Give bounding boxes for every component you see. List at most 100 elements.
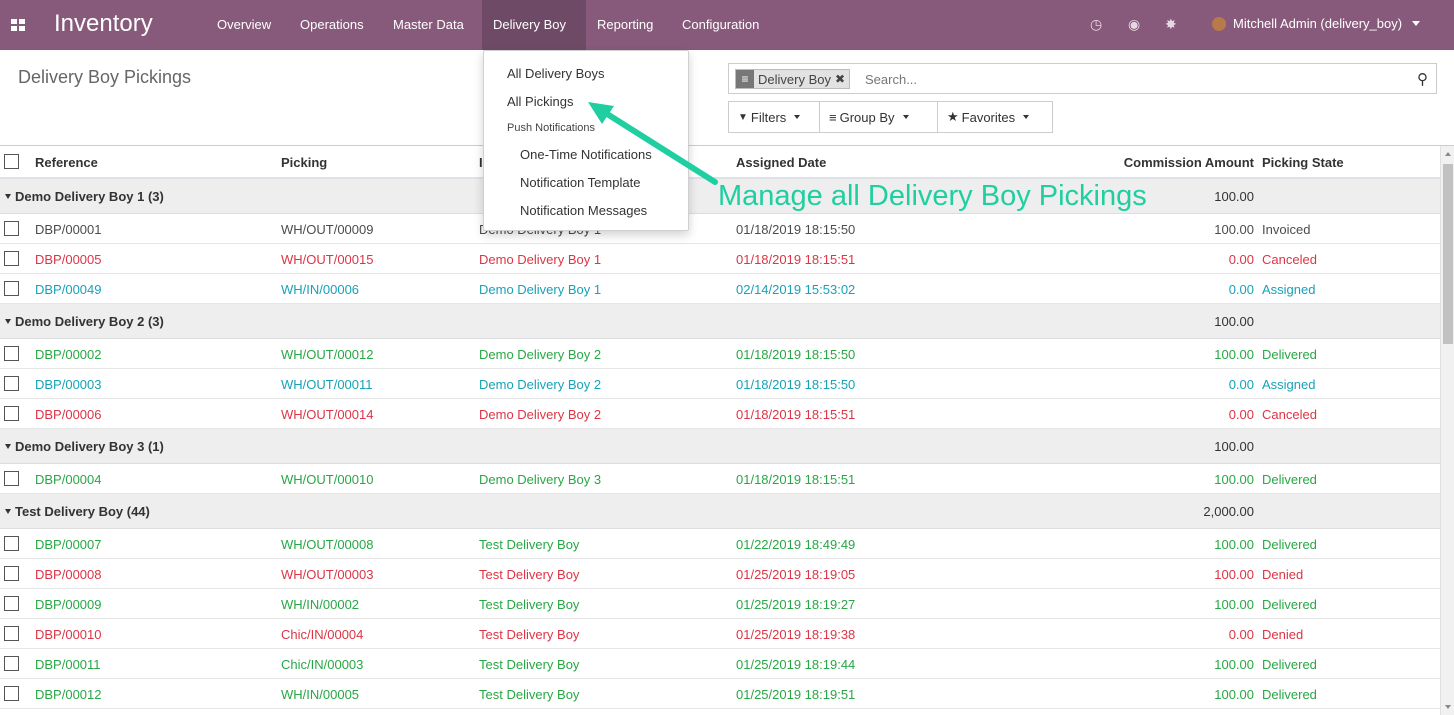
cell-picking-state: Canceled — [1262, 407, 1317, 422]
scrollbar-thumb[interactable] — [1443, 164, 1453, 344]
favorites-button[interactable]: ★ Favorites — [937, 101, 1053, 133]
cell-picking: Chic/IN/00003 — [281, 657, 364, 672]
cell-reference: DBP/00002 — [35, 347, 102, 362]
table-row[interactable]: DBP/00003 WH/OUT/00011 Demo Delivery Boy 2… — [0, 369, 1440, 399]
row-checkbox[interactable] — [4, 536, 19, 551]
clock-icon[interactable]: ◷ — [1090, 16, 1102, 33]
dropdown-item-all-pickings[interactable]: All Pickings — [507, 94, 573, 109]
table-row[interactable]: DBP/00002 WH/OUT/00012 Demo Delivery Boy 2… — [0, 339, 1440, 369]
row-checkbox[interactable] — [4, 221, 19, 236]
dropdown-item-all-delivery-boys[interactable]: All Delivery Boys — [507, 66, 605, 81]
group-by-button[interactable]: ≡ Group By — [819, 101, 938, 133]
group-label: Test Delivery Boy (44) — [5, 504, 150, 519]
table-row[interactable]: DBP/00012 WH/IN/00005 Test Delivery Boy 01/… — [0, 679, 1440, 709]
cell-commission-amount: 0.00 — [1228, 252, 1254, 267]
cell-assigned-date: 01/22/2019 18:49:49 — [736, 537, 856, 552]
menu-delivery-boy[interactable]: Delivery Boy — [493, 17, 566, 32]
menu-master-data[interactable]: Master Data — [393, 17, 464, 32]
cell-delivery-boy: Demo Delivery Boy 1 — [479, 282, 602, 297]
cell-commission-amount: 0.00 — [1228, 407, 1254, 422]
cell-delivery-boy: Test Delivery Boy — [479, 627, 580, 642]
table-row[interactable]: DBP/00006 WH/OUT/00014 Demo Delivery Boy 2… — [0, 399, 1440, 429]
group-by-icon: ≡ — [736, 70, 754, 88]
row-checkbox[interactable] — [4, 626, 19, 641]
apps-icon[interactable] — [11, 19, 25, 31]
cell-picking: WH/OUT/00009 — [281, 222, 374, 237]
app-title[interactable]: Inventory — [54, 10, 153, 38]
table-row[interactable]: DBP/00011 Chic/IN/00003 Test Delivery Boy 0… — [0, 649, 1440, 679]
cell-picking-state: Assigned — [1262, 377, 1316, 392]
remove-facet-icon[interactable]: ✖ — [835, 72, 849, 86]
cell-commission-amount: 100.00 — [1214, 472, 1254, 487]
facet-value: Delivery Boy — [758, 71, 831, 87]
select-all-checkbox[interactable] — [4, 154, 19, 169]
cell-picking-state: Delivered — [1262, 657, 1317, 672]
search-box[interactable]: ≡ Delivery Boy ✖ ⚲ — [728, 63, 1437, 94]
cell-picking-state: Delivered — [1262, 537, 1317, 552]
cell-reference: DBP/00011 — [35, 657, 101, 672]
table-row[interactable]: DBP/00001WH/OUT/00009Demo Delivery Boy 1… — [0, 214, 1440, 244]
cell-reference: DBP/00004 — [35, 472, 102, 487]
row-checkbox[interactable] — [4, 251, 19, 266]
user-menu[interactable]: Mitchell Admin (delivery_boy) — [1212, 16, 1421, 31]
row-checkbox[interactable] — [4, 281, 19, 296]
chevron-down-icon — [1023, 115, 1030, 119]
menu-reporting[interactable]: Reporting — [597, 17, 653, 32]
caret-down-icon — [5, 194, 11, 199]
group-row[interactable]: Test Delivery Boy (44) 2,000.00 — [0, 494, 1440, 529]
row-checkbox[interactable] — [4, 471, 19, 486]
group-row[interactable]: Demo Delivery Boy 2 (3) 100.00 — [0, 304, 1440, 339]
cell-reference: DBP/00003 — [35, 377, 102, 392]
header-reference[interactable]: Reference — [35, 155, 98, 170]
group-by-label: Group By — [839, 109, 895, 125]
dropdown-item-notification-messages[interactable]: Notification Messages — [520, 203, 647, 218]
table-header: Reference Picking I Assigned Date Commis… — [0, 146, 1440, 179]
cell-picking-state: Assigned — [1262, 282, 1316, 297]
user-name: Mitchell Admin (delivery_boy) — [1233, 16, 1403, 31]
scrollbar[interactable] — [1440, 146, 1454, 715]
bug-icon[interactable]: ✸ — [1165, 16, 1177, 33]
group-label-text: Demo Delivery Boy 2 (3) — [15, 314, 164, 329]
scroll-down-icon[interactable] — [1445, 705, 1451, 709]
cell-picking-state: Delivered — [1262, 347, 1317, 362]
menu-operations[interactable]: Operations — [300, 17, 364, 32]
header-commission-amount[interactable]: Commission Amount — [1060, 155, 1254, 170]
header-assigned-date[interactable]: Assigned Date — [736, 155, 826, 170]
cell-assigned-date: 01/25/2019 18:19:51 — [736, 687, 856, 702]
search-input[interactable] — [865, 69, 1385, 89]
caret-down-icon — [5, 509, 11, 514]
row-checkbox[interactable] — [4, 686, 19, 701]
table-row[interactable]: DBP/00010 Chic/IN/00004 Test Delivery Boy 0… — [0, 619, 1440, 649]
table-row[interactable]: DBP/00049 WH/IN/00006 Demo Delivery Boy 1 0… — [0, 274, 1440, 304]
group-row[interactable]: Demo Delivery Boy 3 (1) 100.00 — [0, 429, 1440, 464]
header-picking[interactable]: Picking — [281, 155, 327, 170]
search-facet[interactable]: ≡ Delivery Boy ✖ — [735, 69, 851, 89]
table-row[interactable]: DBP/00008 WH/OUT/00003 Test Delivery Boy 01… — [0, 559, 1440, 589]
row-checkbox[interactable] — [4, 376, 19, 391]
row-checkbox[interactable] — [4, 346, 19, 361]
scroll-up-icon[interactable] — [1445, 152, 1451, 156]
row-checkbox[interactable] — [4, 406, 19, 421]
table-row[interactable]: DBP/00005 WH/OUT/00015 Demo Delivery Boy 1… — [0, 244, 1440, 274]
cell-delivery-boy: Demo Delivery Boy 2 — [479, 347, 602, 362]
cell-assigned-date: 01/25/2019 18:19:38 — [736, 627, 856, 642]
row-checkbox[interactable] — [4, 566, 19, 581]
chat-icon[interactable]: ◉ — [1128, 16, 1140, 33]
filters-button[interactable]: ▼ Filters — [728, 101, 820, 133]
cell-commission-amount: 0.00 — [1228, 377, 1254, 392]
cell-picking: WH/IN/00006 — [281, 282, 360, 297]
cell-commission-amount: 0.00 — [1228, 627, 1254, 642]
menu-configuration[interactable]: Configuration — [682, 17, 759, 32]
row-checkbox[interactable] — [4, 596, 19, 611]
table-row[interactable]: DBP/00009 WH/IN/00002 Test Delivery Boy 01/… — [0, 589, 1440, 619]
header-picking-state[interactable]: Picking State — [1262, 155, 1344, 170]
cell-picking: WH/IN/00002 — [281, 597, 360, 612]
table-row[interactable]: DBP/00004 WH/OUT/00010 Demo Delivery Boy 3… — [0, 464, 1440, 494]
menu-overview[interactable]: Overview — [217, 17, 271, 32]
row-checkbox[interactable] — [4, 656, 19, 671]
cell-reference: DBP/00006 — [35, 407, 102, 422]
cell-reference: DBP/00007 — [35, 537, 102, 552]
search-icon[interactable]: ⚲ — [1417, 70, 1428, 88]
cell-picking: WH/OUT/00012 — [281, 347, 374, 362]
table-row[interactable]: DBP/00007 WH/OUT/00008 Test Delivery Boy 01… — [0, 529, 1440, 559]
